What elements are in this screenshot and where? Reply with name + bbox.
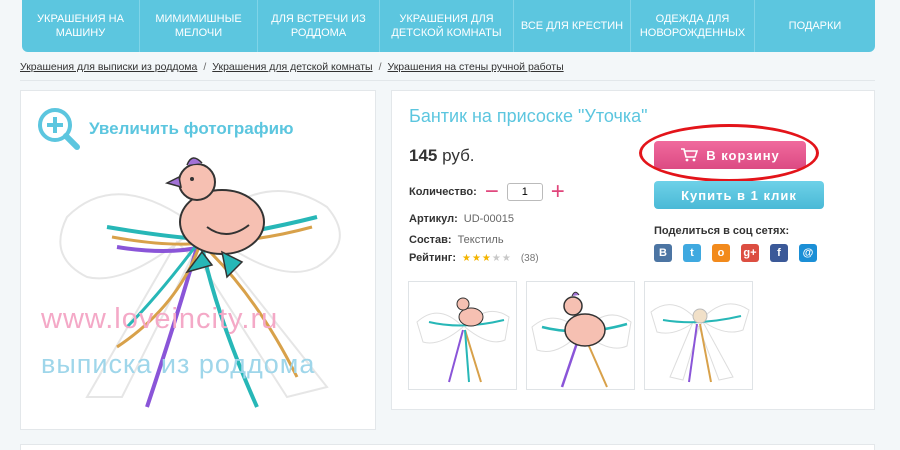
watermark-caption: выписка из роддома: [41, 349, 316, 379]
bow-illustration: [59, 157, 341, 408]
product-title: Бантик на присоске "Уточка": [409, 106, 648, 126]
rating-label: Рейтинг:: [409, 252, 456, 264]
star-icon[interactable]: ★: [492, 253, 501, 264]
breadcrumb-separator: /: [203, 61, 207, 73]
nav-item-newborn-clothes[interactable]: Одежда для новорожденных: [631, 0, 755, 52]
nav-item-christening[interactable]: Все для крестин: [514, 0, 631, 52]
sku-row: Артикул: UD-00015: [409, 213, 514, 225]
sku-value: UD-00015: [463, 213, 514, 225]
share-buttons: Вt о g+ f @: [654, 244, 817, 262]
thumbnail-image: [416, 297, 510, 383]
nav-item-gifts[interactable]: Подарки: [755, 0, 875, 52]
nav-item-maternity[interactable]: Для встречи из роддома: [258, 0, 380, 52]
quantity-row: Количество: − +: [409, 180, 567, 204]
zoom-in-icon: [38, 108, 80, 150]
thumbnail-image: [650, 303, 750, 383]
divider: [20, 80, 875, 81]
share-label: Поделиться в соц сетях:: [654, 225, 790, 237]
rating-stars[interactable]: ★ ★ ★ ★ ★: [462, 253, 511, 264]
nav-item-trinkets[interactable]: Мимимишные мелочи: [140, 0, 258, 52]
twitter-icon[interactable]: t: [683, 244, 701, 262]
lower-section-panel: [20, 444, 875, 450]
price-currency: руб.: [442, 146, 475, 165]
highlight-ellipse: [639, 124, 819, 182]
product-info-panel: Бантик на присоске "Уточка" 145 руб. Кол…: [391, 90, 875, 410]
sku-label: Артикул:: [409, 213, 458, 225]
thumbnail-3[interactable]: [644, 281, 753, 390]
quantity-input[interactable]: [506, 183, 543, 201]
product-price: 145 руб.: [409, 146, 475, 166]
nav-item-car[interactable]: Украшения на машину: [22, 0, 140, 52]
quantity-increase-button[interactable]: +: [549, 180, 567, 204]
quantity-label: Количество:: [409, 186, 477, 198]
thumbnail-strip: [408, 281, 753, 390]
star-icon[interactable]: ★: [462, 253, 471, 264]
breadcrumb-item[interactable]: Украшения для детской комнаты: [212, 61, 372, 73]
thumbnail-image: [531, 291, 632, 388]
buy-one-click-button[interactable]: Купить в 1 клик: [654, 181, 824, 209]
breadcrumb-item[interactable]: Украшения на стены ручной работы: [388, 61, 564, 73]
vk-icon[interactable]: В: [654, 244, 672, 262]
material-value: Текстиль: [457, 234, 504, 246]
star-icon[interactable]: ★: [472, 253, 481, 264]
mail-ru-icon[interactable]: @: [799, 244, 817, 262]
main-nav: Украшения на машину Мимимишные мелочи Дл…: [22, 0, 875, 52]
product-photo[interactable]: [27, 147, 371, 427]
google-plus-icon[interactable]: g+: [741, 244, 759, 262]
product-image-panel: Увеличить фотографию www.loveincity.ru в…: [20, 90, 376, 430]
breadcrumb: Украшения для выписки из роддома / Украш…: [20, 61, 564, 73]
rating-row: Рейтинг: ★ ★ ★ ★ ★ (38): [409, 252, 539, 264]
rating-count: (38): [520, 252, 539, 264]
material-label: Состав:: [409, 234, 452, 246]
buy-one-click-label: Купить в 1 клик: [681, 187, 797, 203]
nav-item-kids-room[interactable]: Украшения для детской комнаты: [380, 0, 514, 52]
thumbnail-2[interactable]: [526, 281, 635, 390]
breadcrumb-separator: /: [378, 61, 382, 73]
facebook-icon[interactable]: f: [770, 244, 788, 262]
zoom-photo-label: Увеличить фотографию: [89, 119, 294, 138]
star-icon[interactable]: ★: [482, 253, 491, 264]
breadcrumb-item[interactable]: Украшения для выписки из роддома: [20, 61, 197, 73]
watermark-site: www.loveincity.ru: [41, 303, 279, 335]
zoom-photo-link[interactable]: Увеличить фотографию: [37, 107, 294, 151]
star-icon[interactable]: ★: [502, 253, 511, 264]
odnoklassniki-icon[interactable]: о: [712, 244, 730, 262]
quantity-decrease-button[interactable]: −: [483, 180, 501, 204]
material-row: Состав: Текстиль: [409, 234, 504, 246]
price-value: 145: [409, 146, 438, 165]
thumbnail-1[interactable]: [408, 281, 517, 390]
